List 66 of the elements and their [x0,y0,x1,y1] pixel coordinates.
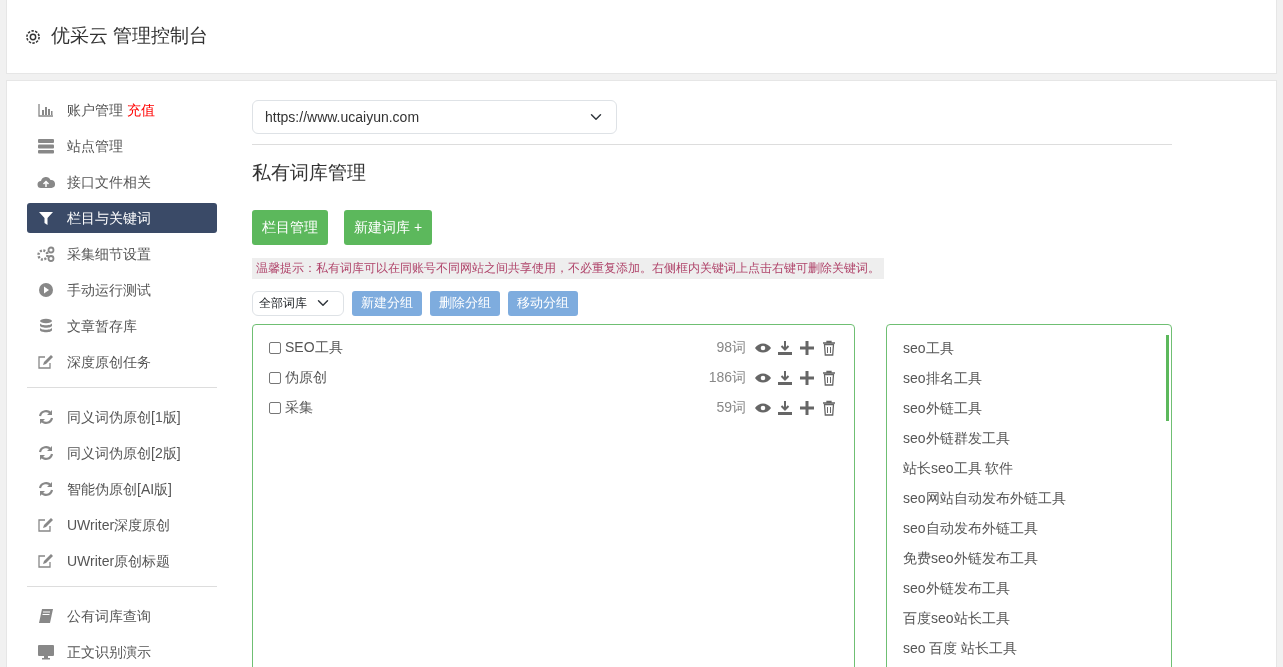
download-icon[interactable] [776,399,794,416]
sidebar-item[interactable]: 站点管理 [27,131,217,161]
sidebar-item[interactable]: 公有词库查询 [27,601,217,631]
refresh-icon [37,481,55,497]
library-name[interactable]: 采集 [285,397,313,419]
sidebar-item[interactable]: UWriter深度原创 [27,510,217,540]
download-icon[interactable] [776,339,794,356]
sidebar-item[interactable]: 同义词伪原创[1版] [27,402,217,432]
section-title: 私有词库管理 [252,161,367,185]
edit-icon [37,553,55,569]
checkbox[interactable] [269,401,281,414]
keyword-item[interactable]: seo外链发布工具 [903,572,1155,603]
plus-icon[interactable] [798,369,816,386]
keyword-item[interactable]: seo工具 [903,332,1155,363]
edit-icon [37,354,55,370]
word-count: 98词 [716,338,746,358]
plus-icon[interactable] [798,339,816,356]
cloud-upload-icon [37,174,55,190]
sidebar-item[interactable]: 文章暂存库 [27,311,217,341]
server-icon [37,138,55,154]
checkbox[interactable] [269,341,281,354]
sidebar-item[interactable]: 正文识别演示 [27,637,217,667]
monitor-icon [37,644,55,660]
refresh-icon [37,409,55,425]
book-icon [37,608,55,624]
gears-icon [37,246,55,262]
keyword-item[interactable]: seo外链群发工具 [903,422,1155,453]
trash-icon[interactable] [820,399,838,416]
keyword-item[interactable]: seo排名工具 [903,362,1155,393]
sidebar-item[interactable]: 接口文件相关 [27,167,217,197]
database-icon [37,318,55,334]
keyword-item[interactable]: 免费seo外链发布工具 [903,542,1155,573]
sidebar-item[interactable]: 同义词伪原创[2版] [27,438,217,468]
sidebar-item[interactable]: 深度原创任务 [27,347,217,377]
word-count: 59词 [716,398,746,418]
edit-icon [37,517,55,533]
sidebar-item[interactable]: 账户管理 充值 [27,95,217,125]
sidebar-item[interactable]: 智能伪原创[AI版] [27,474,217,504]
recharge-link[interactable]: 充值 [127,99,155,121]
sidebar-item[interactable]: 栏目与关键词 [27,203,217,233]
keyword-item[interactable]: seo自动发布外链工具 [903,512,1155,543]
trash-icon[interactable] [820,339,838,356]
download-icon[interactable] [776,369,794,386]
play-icon [37,282,55,298]
sidebar-item[interactable]: 采集细节设置 [27,239,217,269]
trash-icon[interactable] [820,369,838,386]
sidebar-item[interactable]: UWriter原创标题 [27,546,217,576]
checkbox[interactable] [269,371,281,384]
bar-chart-icon [37,102,55,118]
plus-icon[interactable] [798,399,816,416]
library-select[interactable]: 全部词库 [252,290,344,316]
console-title: 优采云 管理控制台 [51,24,209,49]
keyword-item[interactable]: seo外链工具 [903,392,1155,423]
library-name[interactable]: 伪原创 [285,367,327,389]
filter-icon [37,210,55,226]
keyword-item[interactable]: seo 百度 站长工具 [903,632,1155,663]
keyword-item[interactable]: 站长seo工具 软件 [903,452,1155,483]
sidebar-item[interactable]: 手动运行测试 [27,275,217,305]
library-name[interactable]: SEO工具 [285,337,343,359]
tip-text: 温馨提示：私有词库可以在同账号不同网站之间共享使用，不必重复添加。右侧框内关键词上点击右键可删除关键词。 [252,257,884,279]
keyword-item[interactable]: seo网站自动发布外链工具 [903,482,1155,513]
keyword-item[interactable]: 百度seo站长工具 [903,602,1155,633]
word-count: 186词 [708,368,746,388]
menu-label: 账户管理 [67,100,123,120]
refresh-icon [37,445,55,461]
site-select[interactable]: https://www.ucaiyun.com [252,100,617,134]
